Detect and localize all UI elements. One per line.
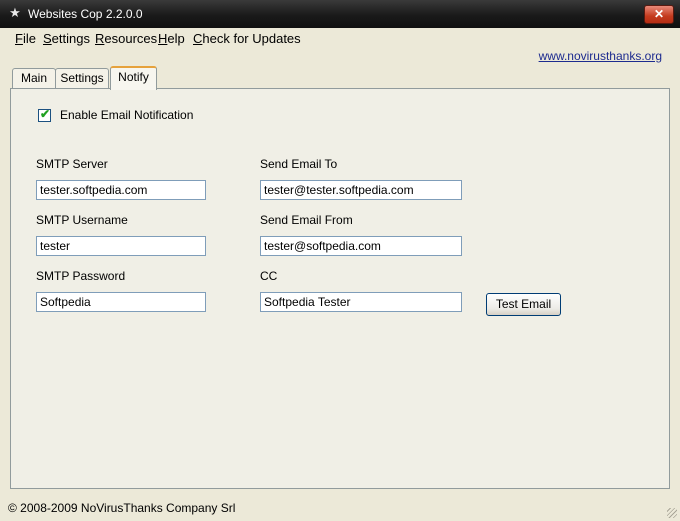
cc-label: CC	[260, 269, 278, 283]
send-email-to-label: Send Email To	[260, 157, 338, 171]
status-bar: © 2008-2009 NoVirusThanks Company Srl	[0, 497, 680, 521]
menu-help[interactable]: Help	[158, 31, 185, 46]
tab-settings[interactable]: Settings	[55, 68, 109, 88]
menu-check-for-updates[interactable]: Check for Updates	[193, 31, 301, 46]
cc-field[interactable]	[260, 292, 462, 312]
checkmark-icon: ✔	[40, 107, 51, 121]
smtp-username-input[interactable]	[40, 238, 200, 254]
title-bar[interactable]: ★ Websites Cop 2.2.0.0 ✕	[0, 0, 680, 28]
app-window: ★ Websites Cop 2.2.0.0 ✕ File Settings R…	[0, 0, 680, 521]
smtp-password-input[interactable]	[40, 294, 200, 310]
resize-grip-icon[interactable]	[667, 508, 677, 518]
close-button[interactable]: ✕	[644, 5, 674, 24]
enable-email-notification-label[interactable]: Enable Email Notification	[60, 108, 193, 122]
window-title: Websites Cop 2.2.0.0	[28, 7, 143, 21]
smtp-server-label: SMTP Server	[36, 157, 108, 171]
notify-panel	[10, 88, 670, 489]
close-icon: ✕	[653, 7, 665, 21]
send-email-to-field[interactable]	[260, 180, 462, 200]
menu-file[interactable]: File	[15, 31, 36, 46]
tab-main[interactable]: Main	[12, 68, 56, 88]
smtp-server-field[interactable]	[36, 180, 206, 200]
website-link[interactable]: www.novirusthanks.org	[539, 49, 662, 63]
smtp-password-label: SMTP Password	[36, 269, 126, 283]
menu-settings[interactable]: Settings	[43, 31, 90, 46]
tab-notify[interactable]: Notify	[110, 66, 157, 90]
smtp-password-field[interactable]	[36, 292, 206, 312]
copyright-text: © 2008-2009 NoVirusThanks Company Srl	[8, 501, 236, 515]
send-email-from-input[interactable]	[264, 238, 458, 254]
enable-email-notification-checkbox[interactable]: ✔	[38, 107, 51, 122]
send-email-from-field[interactable]	[260, 236, 462, 256]
menu-resources[interactable]: Resources	[95, 31, 157, 46]
cc-input[interactable]	[264, 294, 458, 310]
menu-bar: File Settings Resources Help Check for U…	[0, 28, 680, 50]
smtp-server-input[interactable]	[40, 182, 200, 198]
smtp-username-label: SMTP Username	[36, 213, 128, 227]
send-email-from-label: Send Email From	[260, 213, 353, 227]
smtp-username-field[interactable]	[36, 236, 206, 256]
send-email-to-input[interactable]	[264, 182, 458, 198]
app-icon: ★	[9, 5, 21, 20]
test-email-button[interactable]: Test Email	[486, 293, 561, 316]
